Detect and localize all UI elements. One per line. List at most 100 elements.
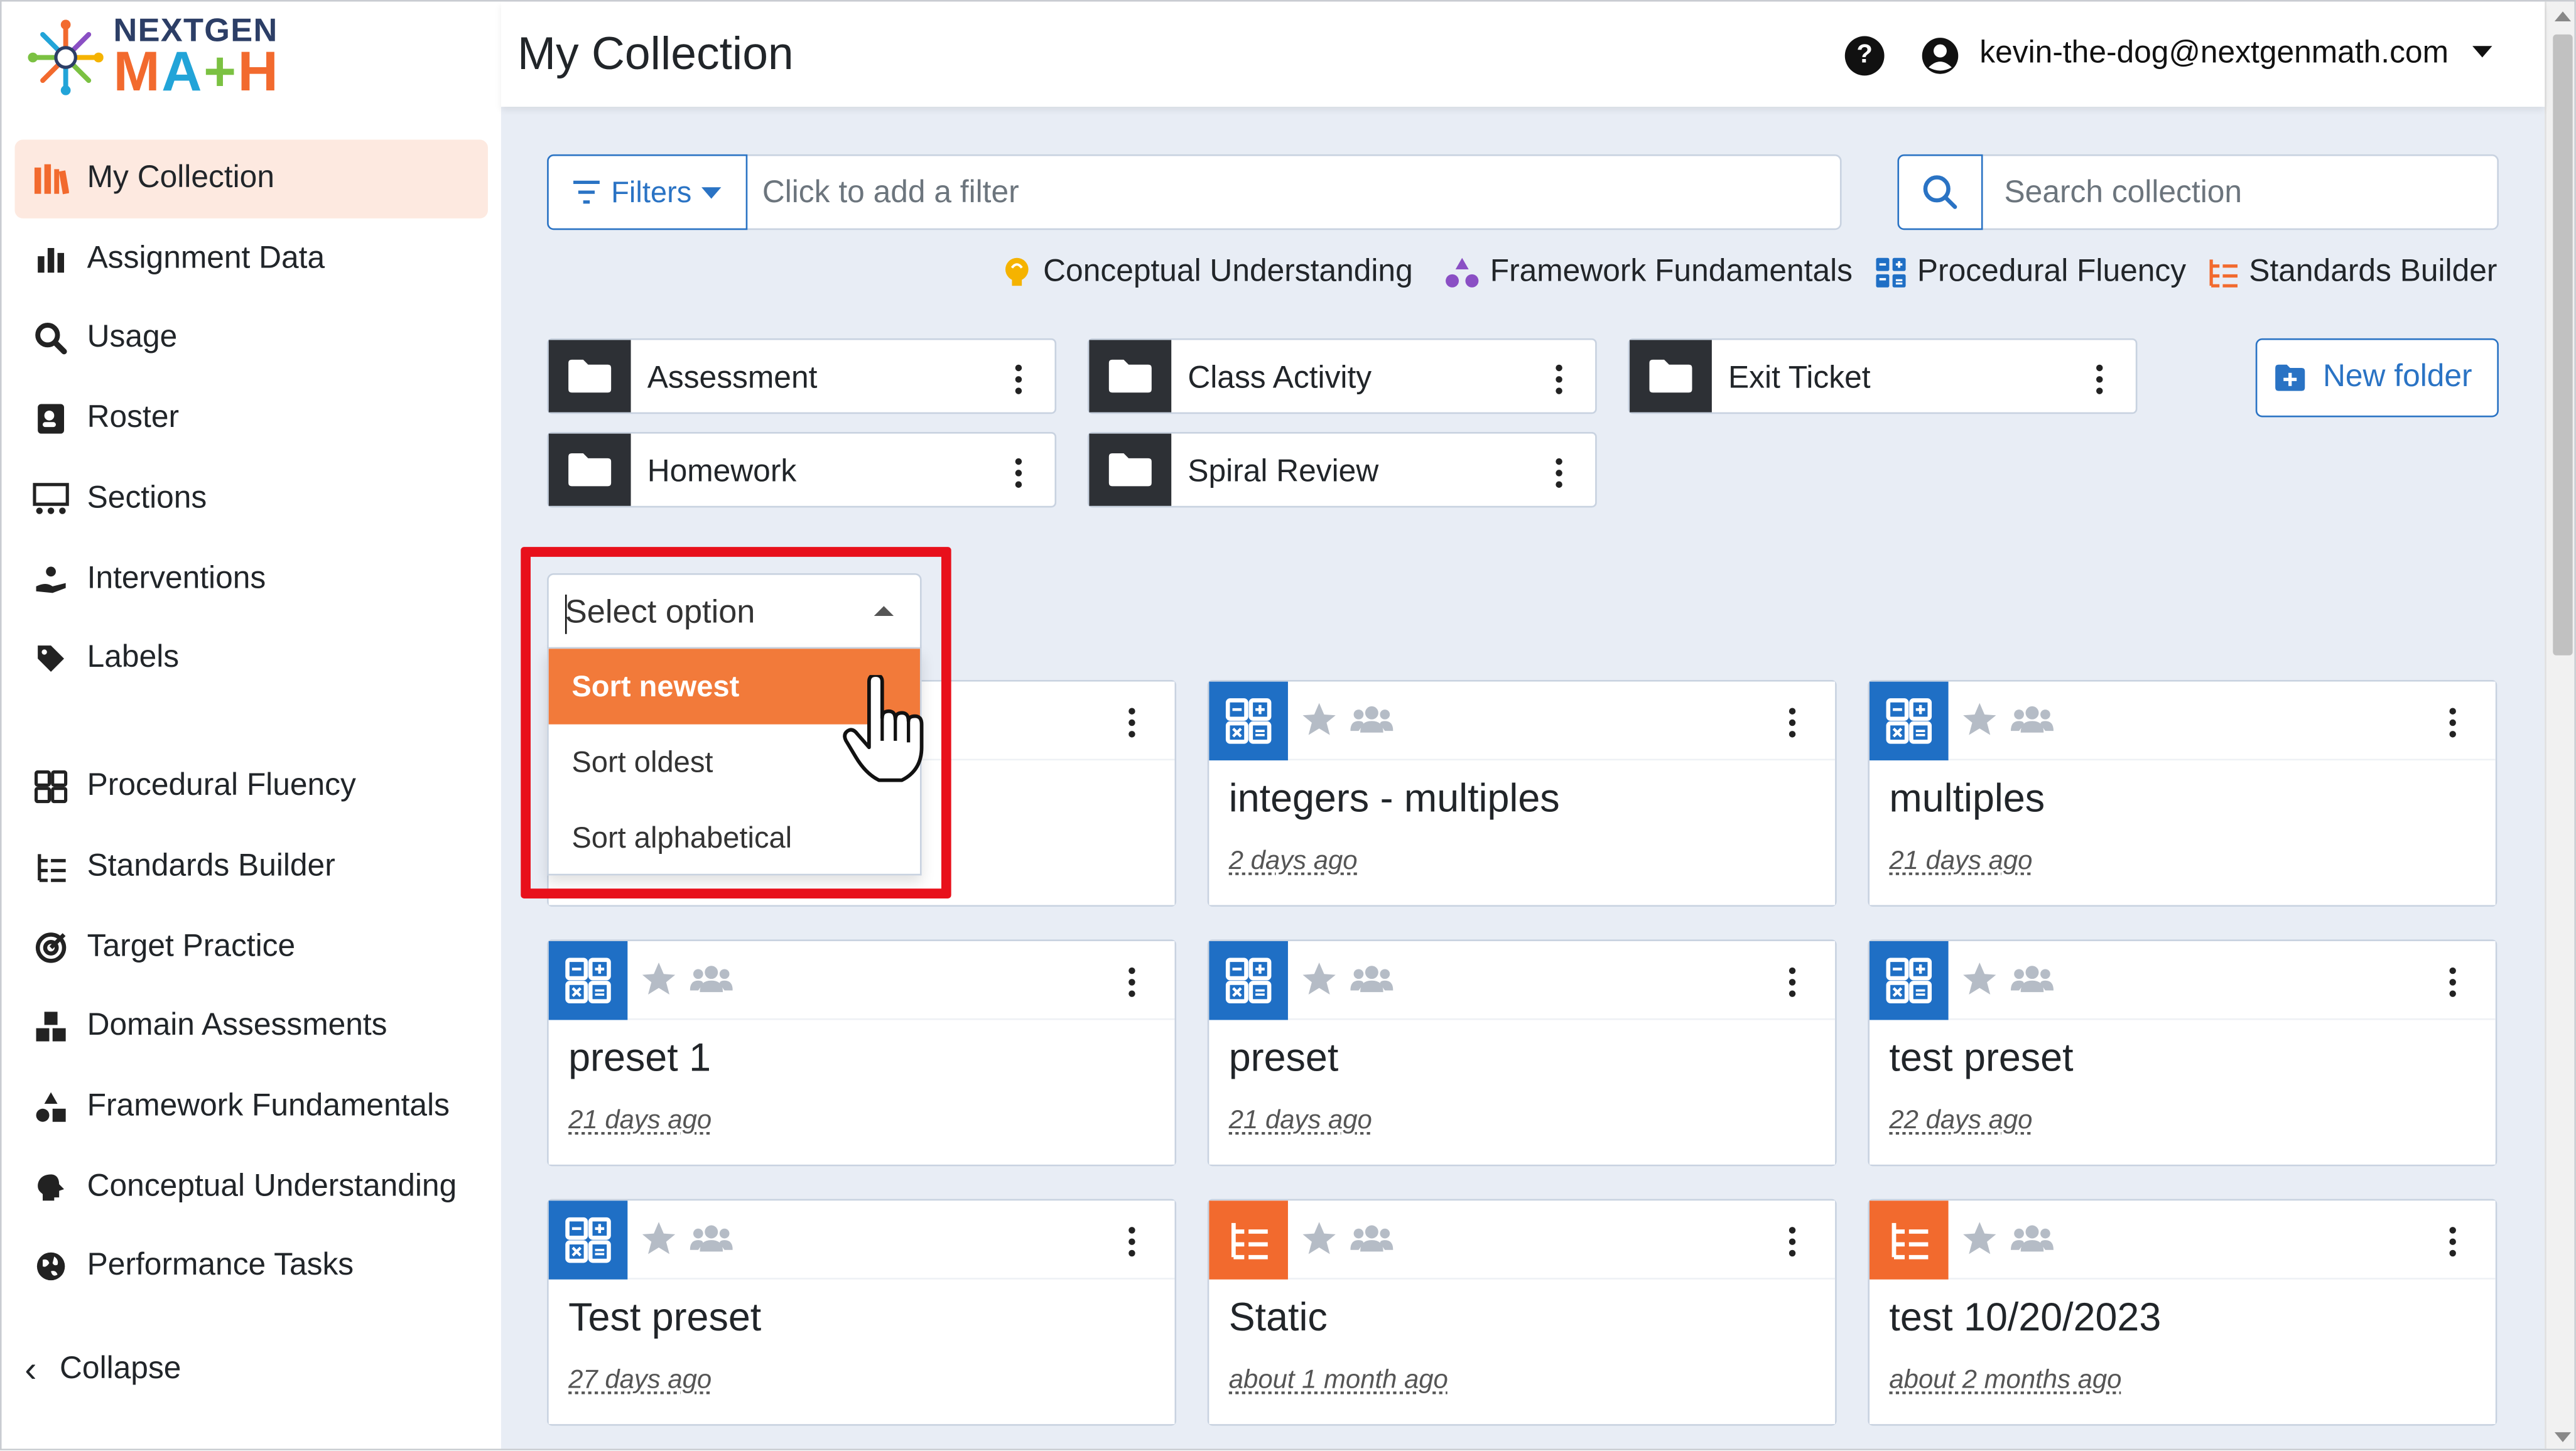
more-options-icon[interactable]: [1787, 967, 1797, 997]
collection-card[interactable]: Static about 1 month ago: [1207, 1199, 1837, 1426]
account-circle-icon[interactable]: [1920, 36, 1960, 76]
shared-users-icon[interactable]: [690, 1224, 733, 1253]
shared-users-icon[interactable]: [1350, 704, 1394, 734]
logo-line-2: MA+H: [114, 45, 280, 100]
shared-users-icon[interactable]: [690, 964, 733, 994]
more-options-icon[interactable]: [2448, 1227, 2458, 1257]
collection-card[interactable]: multiples 21 days ago: [1868, 680, 2498, 907]
sidebar-item-labels[interactable]: Labels: [15, 619, 488, 698]
filters-button[interactable]: Filters: [547, 154, 748, 230]
sidebar-item-conceptual-understanding[interactable]: Conceptual Understanding: [15, 1148, 488, 1227]
shapes-icon: [31, 1087, 71, 1127]
caret-down-icon: [701, 186, 722, 198]
sidebar-item-target-practice[interactable]: Target Practice: [15, 909, 488, 988]
more-options-icon[interactable]: [1127, 1227, 1137, 1257]
favorite-star-icon[interactable]: [1301, 701, 1338, 738]
page-title: My Collection: [517, 28, 794, 79]
collection-card[interactable]: preset 1 21 days ago: [547, 939, 1177, 1167]
scroll-down-arrow-icon[interactable]: [2554, 1432, 2572, 1442]
shapes-icon: [1446, 257, 1479, 288]
legend-label: Standards Builder: [2249, 254, 2498, 289]
collection-card[interactable]: preset 21 days ago: [1207, 939, 1837, 1167]
collection-card[interactable]: integers - multiples 2 days ago: [1207, 680, 1837, 907]
shared-users-icon[interactable]: [2010, 1224, 2054, 1253]
sidebar-item-interventions[interactable]: Interventions: [15, 541, 488, 620]
card-title: Test preset: [568, 1296, 762, 1340]
sidebar: NEXTGEN MA+H My Collection Assignment Da…: [1, 1, 501, 1449]
folder-icon: [1089, 433, 1172, 506]
folder-class-activity[interactable]: Class Activity: [1087, 338, 1597, 414]
more-options-icon[interactable]: [1014, 458, 1024, 488]
more-options-icon[interactable]: [1554, 458, 1564, 488]
sidebar-item-procedural-fluency[interactable]: Procedural Fluency: [15, 747, 488, 826]
more-options-icon[interactable]: [1787, 1227, 1797, 1257]
sidebar-item-label: My Collection: [87, 161, 274, 196]
vertical-scrollbar[interactable]: [2545, 1, 2575, 1449]
sidebar-item-roster[interactable]: Roster: [15, 379, 488, 458]
nextgen-math-logo[interactable]: NEXTGEN MA+H: [28, 15, 279, 100]
more-options-icon[interactable]: [1554, 364, 1564, 394]
favorite-star-icon[interactable]: [1301, 961, 1338, 997]
sidebar-item-label: Framework Fundamentals: [87, 1089, 450, 1124]
more-options-icon[interactable]: [2448, 708, 2458, 738]
favorite-star-icon[interactable]: [641, 1221, 677, 1257]
sidebar-item-usage[interactable]: Usage: [15, 299, 488, 378]
folder-homework[interactable]: Homework: [547, 432, 1057, 508]
new-folder-label: New folder: [2323, 359, 2472, 394]
shared-users-icon[interactable]: [2010, 704, 2054, 734]
folder-assessment[interactable]: Assessment: [547, 338, 1057, 414]
sidebar-item-assignment-data[interactable]: Assignment Data: [15, 220, 488, 299]
favorite-star-icon[interactable]: [641, 961, 677, 997]
legend-procedural-fluency: Procedural Fluency: [1875, 251, 2186, 294]
favorite-star-icon[interactable]: [1962, 701, 1998, 738]
help-icon[interactable]: ?: [1844, 36, 1885, 76]
card-header: [1870, 1200, 2496, 1280]
shared-users-icon[interactable]: [2010, 964, 2054, 994]
legend-label: Framework Fundamentals: [1490, 254, 1853, 289]
favorite-star-icon[interactable]: [1962, 1221, 1998, 1257]
favorite-star-icon[interactable]: [1962, 961, 1998, 997]
scroll-up-arrow-icon[interactable]: [2554, 11, 2572, 22]
search-box: Search collection: [1897, 154, 2499, 230]
sidebar-item-standards-builder[interactable]: Standards Builder: [15, 828, 488, 907]
more-options-icon[interactable]: [2094, 364, 2104, 394]
more-options-icon[interactable]: [1127, 967, 1137, 997]
card-header: [1870, 681, 2496, 761]
account-dropdown-caret-icon[interactable]: [2472, 46, 2492, 58]
filter-bar: Filters Click to add a filter: [547, 154, 1842, 230]
more-options-icon[interactable]: [2448, 967, 2458, 997]
sidebar-item-sections[interactable]: Sections: [15, 460, 488, 539]
globe-icon: [31, 1247, 71, 1286]
scrollbar-thumb[interactable]: [2553, 34, 2573, 655]
more-options-icon[interactable]: [1787, 708, 1797, 738]
sidebar-item-my-collection[interactable]: My Collection: [14, 139, 488, 218]
collection-card[interactable]: test 10/20/2023 about 2 months ago: [1868, 1199, 2498, 1426]
card-date: about 1 month ago: [1228, 1366, 1448, 1394]
search-input[interactable]: Search collection: [2005, 176, 2243, 212]
search-button[interactable]: [1897, 154, 1983, 230]
collapse-sidebar-button[interactable]: ‹ Collapse: [24, 1349, 181, 1391]
sidebar-item-performance-tasks[interactable]: Performance Tasks: [15, 1227, 488, 1306]
card-title: test preset: [1889, 1036, 2074, 1081]
card-title: preset 1: [568, 1036, 711, 1081]
more-options-icon[interactable]: [1014, 364, 1024, 394]
shared-users-icon[interactable]: [1350, 1224, 1394, 1253]
collection-card[interactable]: test preset 22 days ago: [1868, 939, 2498, 1167]
sidebar-item-framework-fundamentals[interactable]: Framework Fundamentals: [15, 1067, 488, 1146]
account-email[interactable]: kevin-the-dog@nextgenmath.com: [1979, 36, 2449, 73]
new-folder-button[interactable]: New folder: [2255, 338, 2499, 418]
more-options-icon[interactable]: [1127, 708, 1137, 738]
shared-users-icon[interactable]: [1350, 964, 1394, 994]
filter-input[interactable]: Click to add a filter: [762, 176, 1019, 212]
folder-name: Spiral Review: [1188, 455, 1379, 490]
sections-icon: [31, 480, 71, 519]
folder-spiral-review[interactable]: Spiral Review: [1087, 432, 1597, 508]
card-title: Static: [1228, 1296, 1328, 1340]
standards-builder-icon: [1870, 1200, 1949, 1280]
folder-exit-ticket[interactable]: Exit Ticket: [1628, 338, 2138, 414]
folder-icon: [1089, 340, 1172, 413]
sidebar-item-domain-assessments[interactable]: Domain Assessments: [15, 987, 488, 1066]
sidebar-item-label: Sections: [87, 481, 207, 516]
collection-card[interactable]: Test preset 27 days ago: [547, 1199, 1177, 1426]
favorite-star-icon[interactable]: [1301, 1221, 1338, 1257]
